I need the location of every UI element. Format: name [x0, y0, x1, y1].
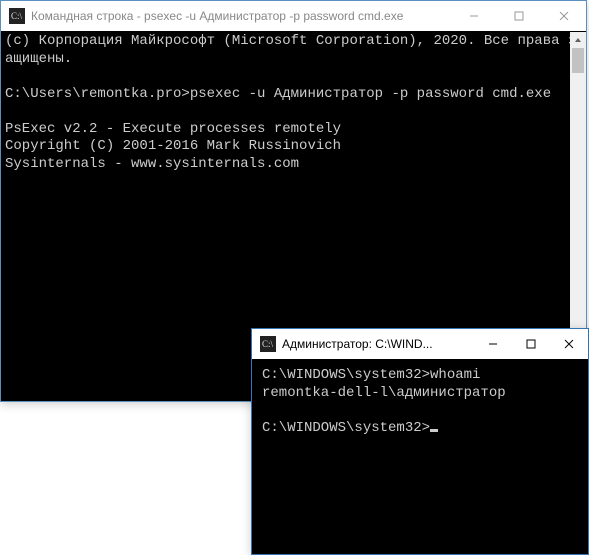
cursor [430, 429, 438, 432]
prompt: C:\WINDOWS\system32> [262, 367, 430, 383]
output-line: (c) Корпорация Майкрософт (Microsoft Cor… [5, 33, 582, 68]
terminal-output[interactable]: C:\WINDOWS\system32>whoamiremontka-dell-… [252, 359, 588, 554]
cmd-window-admin: C:\ Администратор: C:\WIND... C:\WINDOWS… [251, 328, 589, 555]
minimize-button[interactable] [451, 1, 496, 31]
titlebar[interactable]: C:\ Администратор: C:\WIND... [252, 329, 588, 359]
cmd-icon: C:\ [260, 336, 276, 352]
output-blank [262, 402, 578, 420]
window-controls [451, 1, 586, 31]
svg-text:C:\: C:\ [11, 11, 23, 21]
output-line: C:\WINDOWS\system32>whoami [262, 367, 578, 385]
scroll-up-button[interactable] [570, 32, 586, 48]
output-line: remontka-dell-l\администратор [262, 385, 578, 403]
output-line: PsExec v2.2 - Execute processes remotely [5, 121, 582, 139]
output-line: C:\WINDOWS\system32> [262, 420, 578, 438]
maximize-button[interactable] [512, 329, 550, 359]
scroll-thumb[interactable] [572, 48, 584, 73]
output-line: Copyright (C) 2001-2016 Mark Russinovich [5, 138, 582, 156]
titlebar[interactable]: C:\ Командная строка - psexec -u Админис… [1, 1, 586, 31]
window-title: Командная строка - psexec -u Администрат… [31, 9, 451, 23]
maximize-button[interactable] [496, 1, 541, 31]
svg-text:C:\: C:\ [262, 339, 274, 349]
prompt: C:\WINDOWS\system32> [262, 420, 430, 436]
window-title: Администратор: C:\WIND... [282, 337, 474, 351]
close-button[interactable] [550, 329, 588, 359]
minimize-button[interactable] [474, 329, 512, 359]
command: whoami [430, 367, 480, 383]
output-blank [5, 68, 582, 86]
cmd-icon: C:\ [9, 8, 25, 24]
output-line: C:\Users\remontka.pro>psexec -u Админист… [5, 86, 582, 104]
window-controls [474, 329, 588, 359]
output-line: Sysinternals - www.sysinternals.com [5, 156, 582, 174]
output-blank [5, 103, 582, 121]
close-button[interactable] [541, 1, 586, 31]
